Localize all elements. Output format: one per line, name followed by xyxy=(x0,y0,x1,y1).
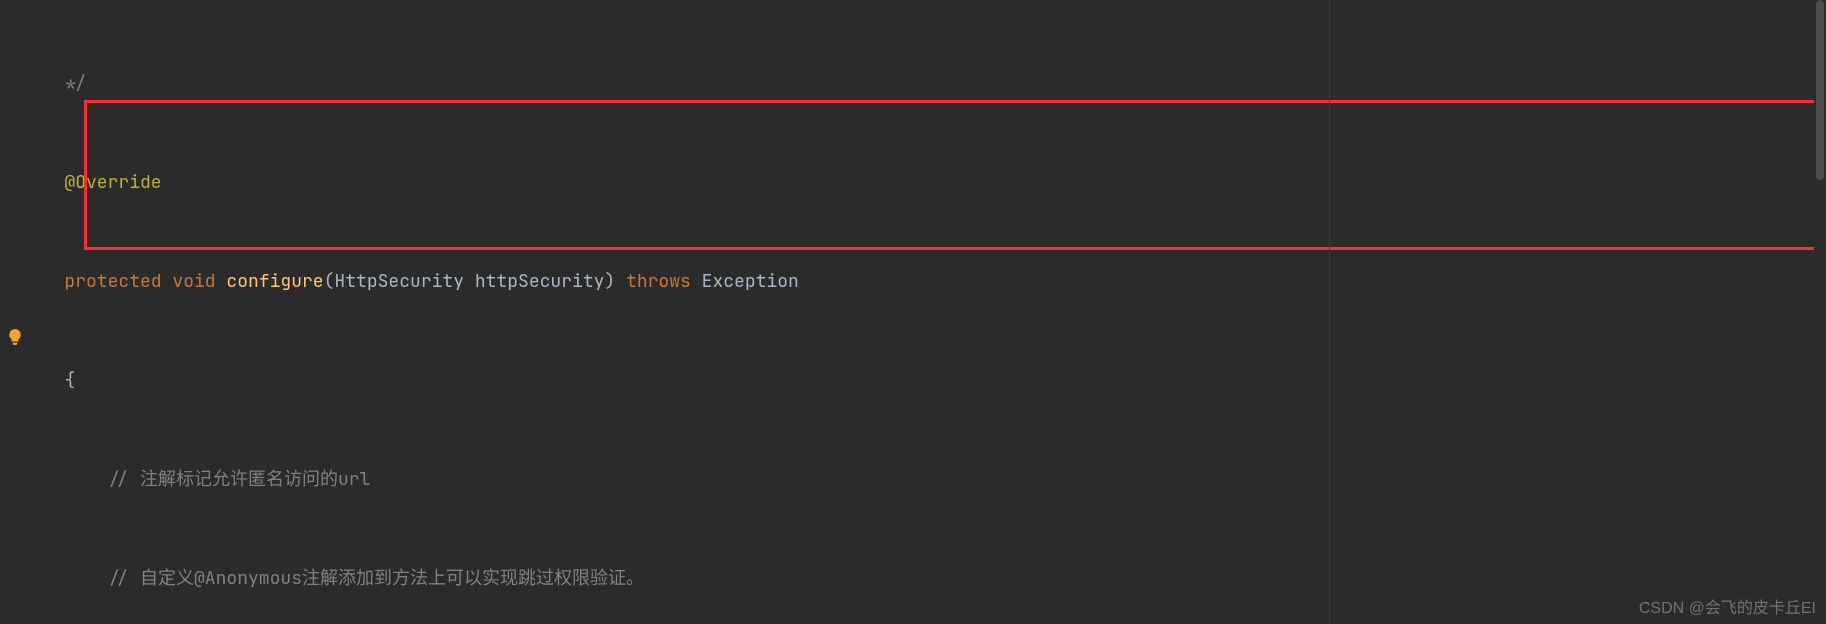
comment-token: // 自定义@Anonymous注解添加到方法上可以实现跳过权限验证。 xyxy=(108,567,644,590)
intention-bulb-icon[interactable] xyxy=(6,328,24,346)
code-area[interactable]: */ @Override protected void configure(Ht… xyxy=(32,0,1826,624)
keyword-token: void xyxy=(172,270,226,293)
punct-token: ( xyxy=(324,270,335,293)
comment-token: // 注解标记允许匿名访问的url xyxy=(108,468,371,491)
indent xyxy=(32,567,108,590)
gutter xyxy=(0,0,32,624)
code-line[interactable]: // 注解标记允许匿名访问的url xyxy=(32,465,1826,495)
code-line[interactable]: protected void configure(HttpSecurity ht… xyxy=(32,267,1826,297)
code-editor[interactable]: */ @Override protected void configure(Ht… xyxy=(0,0,1826,624)
keyword-token: protected xyxy=(64,270,172,293)
indent xyxy=(32,171,64,194)
brace-token: { xyxy=(64,369,75,392)
method-token: configure xyxy=(226,270,323,293)
comment-token: */ xyxy=(32,72,86,95)
param-token: HttpSecurity httpSecurity xyxy=(334,270,604,293)
keyword-token: throws xyxy=(626,270,702,293)
indent xyxy=(32,369,64,392)
punct-token: ) xyxy=(604,270,626,293)
vertical-scrollbar[interactable] xyxy=(1814,0,1826,624)
indent xyxy=(32,468,108,491)
code-line[interactable]: // 自定义@Anonymous注解添加到方法上可以实现跳过权限验证。 xyxy=(32,564,1826,594)
annotation-token: @Override xyxy=(64,171,161,194)
type-token: Exception xyxy=(702,270,799,293)
watermark-text: CSDN @会飞的皮卡丘EI xyxy=(1639,594,1816,618)
scrollbar-thumb[interactable] xyxy=(1816,0,1824,180)
code-line[interactable]: { xyxy=(32,366,1826,396)
indent xyxy=(32,270,64,293)
code-line[interactable]: @Override xyxy=(32,168,1826,198)
code-line[interactable]: */ xyxy=(32,69,1826,99)
